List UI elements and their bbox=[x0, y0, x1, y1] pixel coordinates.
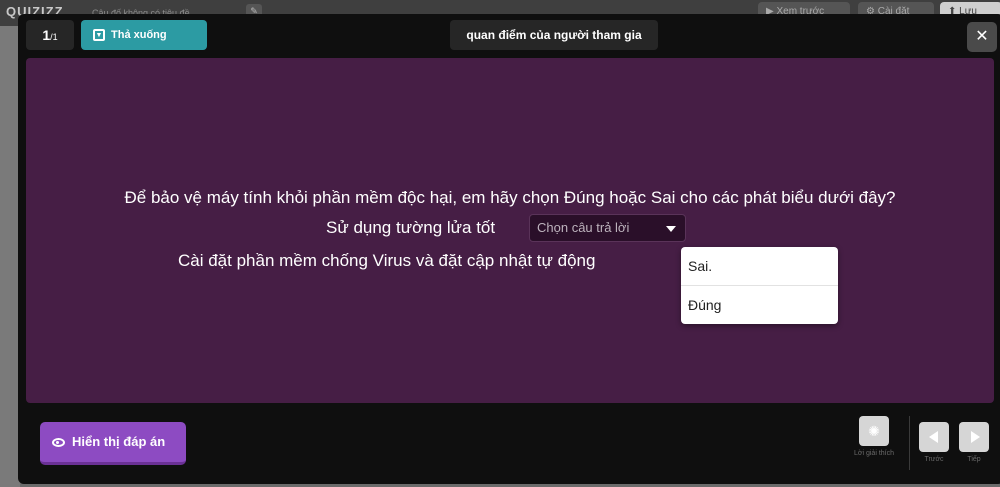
poll-tag: quan điểm của người tham gia bbox=[450, 20, 658, 50]
editor-sidebar bbox=[0, 26, 20, 487]
question-text: Để bảo vệ máy tính khỏi phần mềm độc hại… bbox=[124, 188, 896, 207]
show-answer-label: Hiển thị đáp án bbox=[72, 434, 166, 449]
eye-icon bbox=[52, 437, 65, 447]
close-button[interactable]: ✕ bbox=[967, 22, 997, 52]
footer-divider bbox=[909, 416, 910, 470]
next-control: Tiếp bbox=[957, 422, 991, 463]
previous-control: Trước bbox=[917, 422, 951, 463]
previous-label: Trước bbox=[924, 456, 944, 463]
chevron-down-icon bbox=[666, 226, 676, 232]
lightbulb-icon: ✺ bbox=[868, 423, 880, 439]
dropdown-icon: ▼ bbox=[93, 29, 105, 41]
question-type-button[interactable]: ▼ Thả xuống bbox=[81, 20, 207, 50]
question-counter: 1/1 bbox=[26, 20, 74, 50]
next-label: Tiếp bbox=[967, 456, 981, 463]
arrow-right-icon bbox=[971, 431, 980, 443]
next-button[interactable] bbox=[959, 422, 989, 452]
statement-2: Cài đặt phần mềm chống Virus và đặt cập … bbox=[178, 251, 596, 270]
previous-button[interactable] bbox=[919, 422, 949, 452]
counter-current: 1 bbox=[42, 27, 51, 43]
answer-select[interactable]: Chọn câu trả lời bbox=[529, 214, 686, 242]
explanation-label: Lời giải thích bbox=[854, 450, 895, 457]
question-area: Để bảo vệ máy tính khỏi phần mềm độc hại… bbox=[26, 58, 994, 403]
dropdown-option-true[interactable]: Đúng bbox=[681, 285, 838, 323]
question-type-label: Thả xuống bbox=[111, 29, 167, 41]
arrow-left-icon bbox=[929, 431, 938, 443]
dropdown-option-false[interactable]: Sai. bbox=[681, 247, 838, 285]
question-preview-modal: 1/1 ▼ Thả xuống quan điểm của người tham… bbox=[18, 14, 1000, 484]
answer-dropdown-menu: Sai. Đúng bbox=[681, 247, 838, 324]
counter-total: /1 bbox=[50, 32, 58, 42]
show-answer-button[interactable]: Hiển thị đáp án bbox=[40, 422, 186, 465]
explanation-control: ✺ Lời giải thích bbox=[854, 416, 894, 458]
close-icon: ✕ bbox=[975, 28, 989, 45]
statement-1: Sử dụng tường lửa tốt bbox=[326, 218, 496, 237]
answer-select-placeholder: Chọn câu trả lời bbox=[537, 220, 630, 235]
explanation-button[interactable]: ✺ bbox=[859, 416, 889, 446]
